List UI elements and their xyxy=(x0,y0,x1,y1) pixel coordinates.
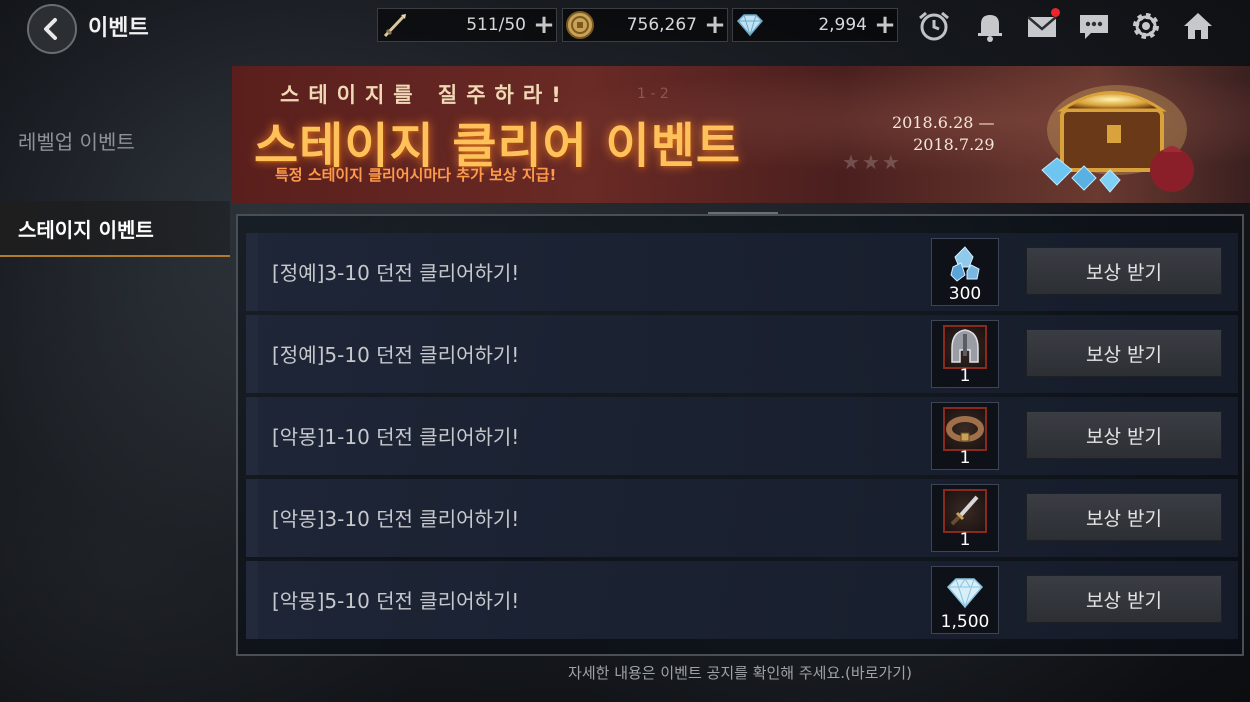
reward-count: 1 xyxy=(959,530,971,550)
top-bar: 이벤트 511/50 + 756,267 + 2,994 + xyxy=(0,0,1250,54)
reward-slot[interactable]: 300 xyxy=(931,238,999,306)
quest-label: [악몽]5-10 던전 클리어하기! xyxy=(272,589,520,613)
back-button[interactable] xyxy=(27,4,77,54)
stamina-plus-button[interactable]: + xyxy=(532,11,556,39)
banner-date-start: 2018.6.28 — xyxy=(892,113,995,132)
mail-notification-dot xyxy=(1051,8,1060,17)
claim-reward-button[interactable]: 보상 받기 xyxy=(1026,247,1222,295)
banner-tagline: 스테이지를 질주하라! xyxy=(280,83,570,107)
claim-reward-button[interactable]: 보상 받기 xyxy=(1026,329,1222,377)
mail-icon[interactable] xyxy=(1022,6,1062,46)
dagger-icon xyxy=(943,489,987,533)
home-icon[interactable] xyxy=(1178,6,1218,46)
reward-count: 300 xyxy=(948,284,982,304)
bell-icon[interactable] xyxy=(970,6,1010,46)
diamond-value: 2,994 xyxy=(818,15,867,35)
claim-reward-button[interactable]: 보상 받기 xyxy=(1026,411,1222,459)
quest-label: [정예]3-10 던전 클리어하기! xyxy=(272,261,520,285)
reward-count: 1 xyxy=(959,448,971,468)
helmet-icon xyxy=(943,325,987,369)
quest-row: [악몽]5-10 던전 클리어하기! 1,500 보상 받기 xyxy=(246,561,1238,639)
chat-icon[interactable] xyxy=(1074,6,1114,46)
gold-counter: 756,267 + xyxy=(562,8,728,42)
claim-reward-button[interactable]: 보상 받기 xyxy=(1026,575,1222,623)
quest-row: [정예]3-10 던전 클리어하기! 300 보상 받기 xyxy=(246,233,1238,311)
quest-row: [악몽]1-10 던전 클리어하기! 1 보상 받기 xyxy=(246,397,1238,475)
reward-slot[interactable]: 1 xyxy=(931,320,999,388)
quest-row: [정예]5-10 던전 클리어하기! 1 보상 받기 xyxy=(246,315,1238,393)
sword-icon xyxy=(378,8,412,42)
gold-coin-icon xyxy=(563,8,597,42)
reward-count: 1,500 xyxy=(940,612,990,632)
reward-slot[interactable]: 1,500 xyxy=(931,566,999,634)
clock-icon[interactable] xyxy=(914,6,954,46)
gear-icon[interactable] xyxy=(1126,6,1166,46)
treasure-chest-icon xyxy=(1041,85,1194,193)
gold-plus-button[interactable]: + xyxy=(703,11,727,39)
claim-reward-button[interactable]: 보상 받기 xyxy=(1026,493,1222,541)
quest-label: [악몽]1-10 던전 클리어하기! xyxy=(272,425,520,449)
event-notice-link[interactable]: 자세한 내용은 이벤트 공지를 확인해 주세요.(바로가기) xyxy=(0,662,1250,683)
event-banner[interactable]: 1 - 2 ★★★ 스테이지를 질주하라! 스테이지 클리어 이벤트 특정 스테… xyxy=(232,66,1250,203)
banner-decoration: 1 - 2 xyxy=(637,86,669,102)
page-title: 이벤트 xyxy=(88,16,149,41)
banner-date-end: 2018.7.29 xyxy=(913,135,995,154)
reward-slot[interactable]: 1 xyxy=(931,402,999,470)
diamond-counter: 2,994 + xyxy=(732,8,898,42)
banner-date: 2018.6.28 — 2018.7.29 xyxy=(892,112,995,156)
diamond-plus-button[interactable]: + xyxy=(873,11,897,39)
quest-label: [정예]5-10 던전 클리어하기! xyxy=(272,343,520,367)
crystal-icon xyxy=(943,243,987,287)
diamond-icon xyxy=(733,8,767,42)
stamina-counter: 511/50 + xyxy=(377,8,557,42)
quest-label: [악몽]3-10 던전 클리어하기! xyxy=(272,507,520,531)
banner-subtitle: 특정 스테이지 클리어시마다 추가 보상 지급! xyxy=(275,166,557,184)
stamina-value: 511/50 xyxy=(466,15,526,35)
reward-count: 1 xyxy=(959,366,971,386)
reward-slot[interactable]: 1 xyxy=(931,484,999,552)
back-arrow-icon xyxy=(44,18,57,40)
quest-panel: [정예]3-10 던전 클리어하기! 300 보상 받기 [정예]5-10 던전… xyxy=(236,212,1244,656)
diamond-icon xyxy=(943,571,987,615)
sidebar-item-levelup-event[interactable]: 레벨업 이벤트 xyxy=(0,112,230,168)
quest-row: [악몽]3-10 던전 클리어하기! 1 보상 받기 xyxy=(246,479,1238,557)
belt-icon xyxy=(943,407,987,451)
sidebar-item-stage-event[interactable]: 스테이지 이벤트 xyxy=(0,201,230,257)
gold-value: 756,267 xyxy=(626,15,697,35)
